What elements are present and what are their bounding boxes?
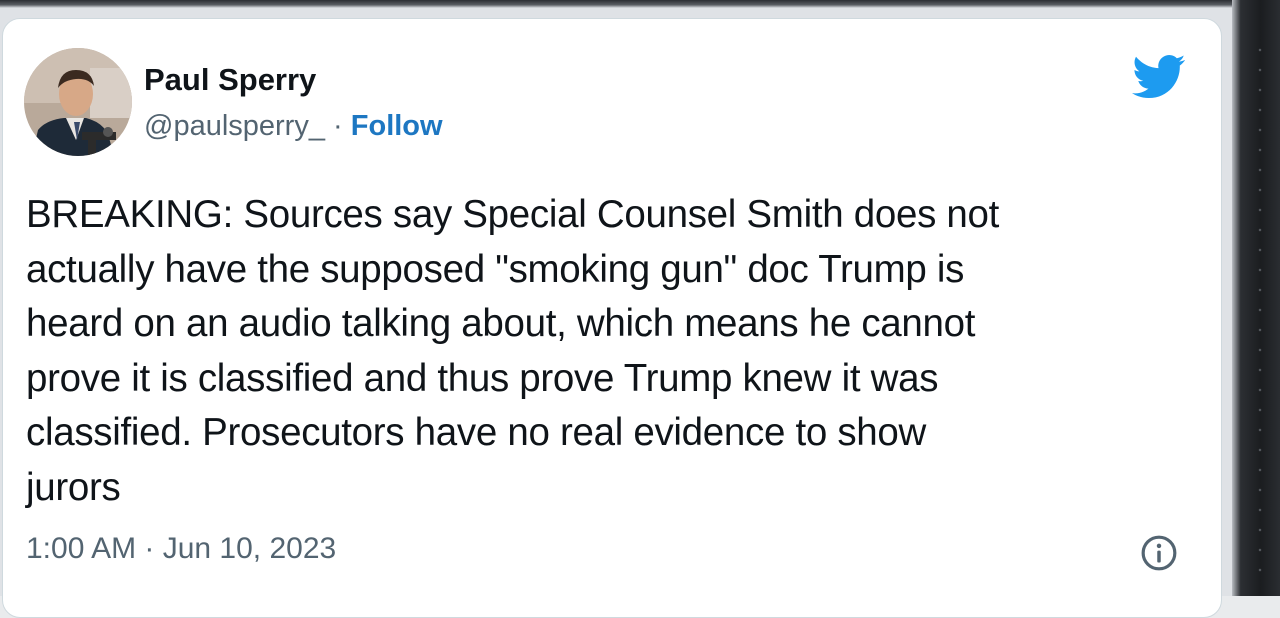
follow-link[interactable]: Follow	[351, 110, 443, 142]
top-bezel-shadow	[0, 0, 1280, 8]
screenshot-stage: Paul Sperry @paulsperry_ · Follow BREAKI…	[0, 0, 1280, 618]
author-handle[interactable]: @paulsperry_	[144, 110, 325, 142]
tweet-text: BREAKING: Sources say Special Counsel Sm…	[26, 193, 1000, 509]
author-name[interactable]: Paul Sperry	[144, 62, 316, 98]
author-avatar[interactable]	[24, 48, 132, 156]
meta-separator: ·	[333, 110, 343, 142]
twitter-bird-icon[interactable]	[1132, 54, 1186, 100]
monitor-bezel	[1232, 0, 1280, 596]
avatar-photo	[24, 48, 132, 156]
info-icon[interactable]	[1140, 534, 1178, 572]
author-meta: @paulsperry_ · Follow	[144, 110, 443, 143]
tweet-timestamp[interactable]: 1:00 AM · Jun 10, 2023	[26, 532, 336, 566]
bezel-texture	[1258, 40, 1262, 580]
